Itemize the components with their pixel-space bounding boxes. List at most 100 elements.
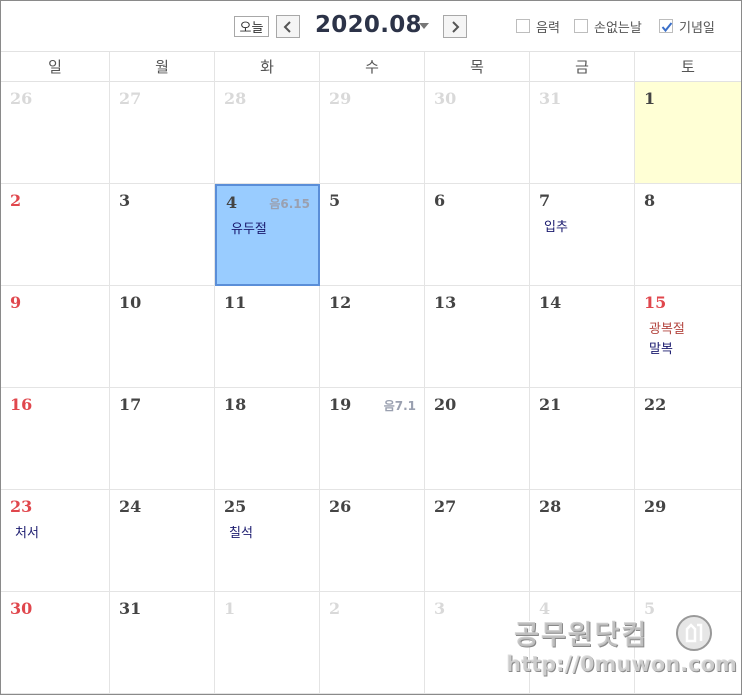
day-number: 30 [10,599,33,618]
calendar-event[interactable]: 처서 [15,522,39,541]
month-title[interactable]: 2020.08 [315,12,422,38]
day-cell[interactable]: 2 [320,592,425,694]
day-cell[interactable]: 16 [1,388,110,490]
day-number: 22 [644,395,667,414]
watermark-logo [676,615,712,651]
prev-month-button[interactable] [276,15,300,38]
day-number: 26 [10,89,33,108]
weekday-label: 토 [681,58,695,76]
caret-down-icon[interactable] [419,23,429,29]
calendar-event[interactable]: 광복절 [649,318,685,337]
day-cell[interactable]: 28 [215,82,320,184]
day-cell[interactable]: 5 [320,184,425,286]
day-cell[interactable]: 8 [635,184,741,286]
day-number: 17 [119,395,142,414]
day-cell[interactable]: 20 [425,388,530,490]
calendar-event[interactable]: 말복 [649,338,673,357]
weekday-label: 화 [215,52,320,82]
option-checkbox[interactable] [516,19,530,33]
watermark-text: 공무원닷컴 [514,620,649,651]
option-0[interactable]: 음력 [516,17,560,36]
day-cell[interactable]: 21 [530,388,635,490]
day-number: 10 [119,293,142,312]
weekday-header-row: 일월화수목금 토 [1,51,741,82]
day-cell[interactable]: 11 [215,286,320,388]
day-number: 12 [329,293,352,312]
day-cell[interactable]: 6 [425,184,530,286]
day-cell[interactable]: 9 [1,286,110,388]
day-cell[interactable]: 7 입추 [530,184,635,286]
day-cell[interactable]: 17 [110,388,215,490]
day-cell[interactable]: 19 음7.1 [320,388,425,490]
day-cell[interactable]: 30 [1,592,110,694]
day-cell[interactable]: 22 [635,388,741,490]
weekday-label: 금 [530,52,635,82]
day-cell[interactable]: 29 [320,82,425,184]
day-cell[interactable]: 14 [530,286,635,388]
day-number: 21 [539,395,562,414]
chevron-right-icon [452,20,460,33]
calendar-event[interactable]: 유두절 [231,218,267,237]
option-label: 손없는날 [594,20,642,36]
day-cell[interactable]: 13 [425,286,530,388]
day-number: 28 [224,89,247,108]
day-cell[interactable]: 23 처서 [1,490,110,592]
day-number: 27 [434,497,457,516]
day-cell[interactable]: 18 [215,388,320,490]
day-cell[interactable]: 12 [320,286,425,388]
next-month-button[interactable] [443,15,467,38]
option-checkbox[interactable] [659,19,673,33]
day-cell[interactable]: 3 [110,184,215,286]
option-1[interactable]: 손없는날 [574,17,642,36]
day-cell[interactable]: 1 [635,82,741,184]
day-number: 15 [644,293,667,312]
day-number: 11 [224,293,247,312]
day-cell[interactable]: 2 [1,184,110,286]
day-cell[interactable]: 30 [425,82,530,184]
day-cell[interactable]: 4 음6.15 유두절 [215,184,320,286]
day-number: 31 [119,599,142,618]
day-number: 27 [119,89,142,108]
day-cell[interactable]: 31 [530,82,635,184]
day-number: 29 [644,497,667,516]
day-number: 8 [644,191,656,210]
day-cell[interactable]: 25 칠석 [215,490,320,592]
day-cell[interactable]: 1 [215,592,320,694]
today-button[interactable]: 오늘 [234,16,269,37]
option-label: 기념일 [679,20,715,36]
option-checkbox[interactable] [574,19,588,33]
day-cell[interactable]: 15 광복절 말복 [635,286,741,388]
calendar-event[interactable]: 칠석 [229,522,253,541]
day-number: 18 [224,395,247,414]
check-icon [661,22,673,33]
day-cell[interactable]: 31 [110,592,215,694]
day-number: 1 [644,89,656,108]
day-cell[interactable]: 28 [530,490,635,592]
day-number: 3 [434,599,446,618]
day-cell[interactable]: 27 [425,490,530,592]
day-number: 23 [10,497,33,516]
day-cell[interactable]: 27 [110,82,215,184]
calendar-frame: 오늘 2020.08 음력 손없는날 기념일 일월화수목금토 26 27 28 29 30 3… [0,0,742,695]
day-cell[interactable]: 10 [110,286,215,388]
watermark-url: http://0muwon.com [506,652,737,676]
day-cell[interactable]: 26 [1,82,110,184]
day-cell[interactable]: 29 [635,490,741,592]
day-number: 3 [119,191,131,210]
day-number: 31 [539,89,562,108]
calendar-header: 오늘 2020.08 음력 손없는날 기념일 [1,1,741,51]
day-number: 4 [226,193,238,212]
day-number: 24 [119,497,142,516]
weekday-label: 일 [1,52,110,82]
day-number: 19 [329,395,352,414]
day-number: 28 [539,497,562,516]
day-cell[interactable]: 24 [110,490,215,592]
calendar-event[interactable]: 입추 [544,216,568,235]
day-number: 14 [539,293,562,312]
lunar-date: 음6.15 [269,197,310,211]
option-2[interactable]: 기념일 [659,17,715,36]
day-number: 25 [224,497,247,516]
day-number: 26 [329,497,352,516]
day-cell[interactable]: 26 [320,490,425,592]
lunar-date: 음7.1 [383,399,416,413]
